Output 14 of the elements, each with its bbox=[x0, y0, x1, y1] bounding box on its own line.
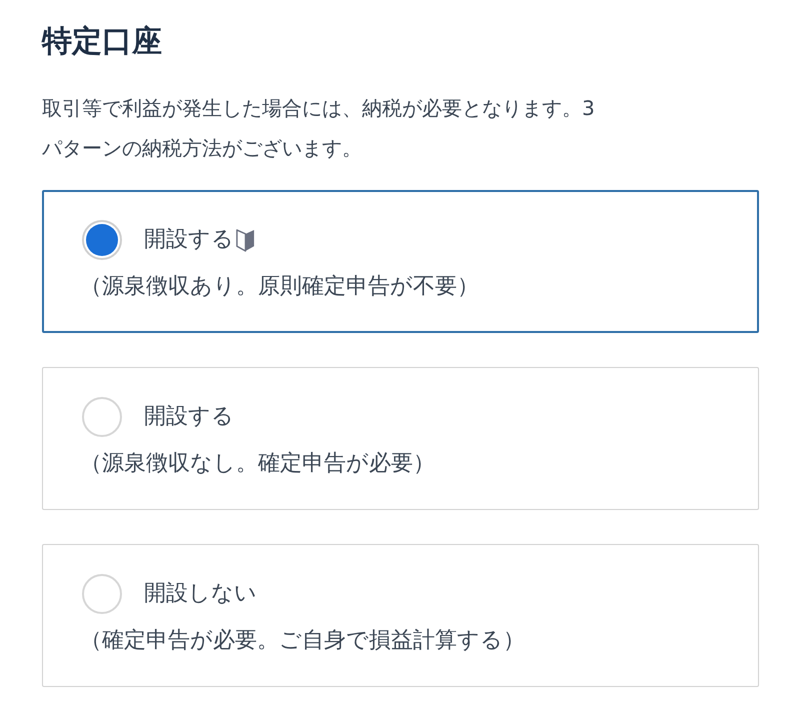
option-label: 開設する bbox=[144, 403, 234, 431]
option-note: （確定申告が必要。ご自身で損益計算する） bbox=[80, 627, 525, 655]
section-title: 特定口座 bbox=[42, 23, 163, 61]
option-card[interactable]: 開設する （源泉徴収なし。確定申告が必要） bbox=[42, 367, 759, 510]
radio-button[interactable] bbox=[82, 397, 122, 437]
option-label: 開設しない bbox=[144, 580, 257, 608]
option-note: （源泉徴収あり。原則確定申告が不要） bbox=[80, 273, 479, 301]
description: 取引等で利益が発生した場合には、納税が必要となります。3パターンの納税方法がございます。 bbox=[42, 95, 596, 162]
option-label: 開設する bbox=[144, 226, 234, 254]
radio-button[interactable] bbox=[82, 574, 122, 614]
option-card[interactable]: 開設しない （確定申告が必要。ご自身で損益計算する） bbox=[42, 544, 759, 687]
option-card[interactable]: 開設する （源泉徴収あり。原則確定申告が不要） bbox=[42, 190, 759, 333]
option-note: （源泉徴収なし。確定申告が必要） bbox=[80, 450, 435, 478]
radio-button[interactable] bbox=[82, 220, 122, 260]
